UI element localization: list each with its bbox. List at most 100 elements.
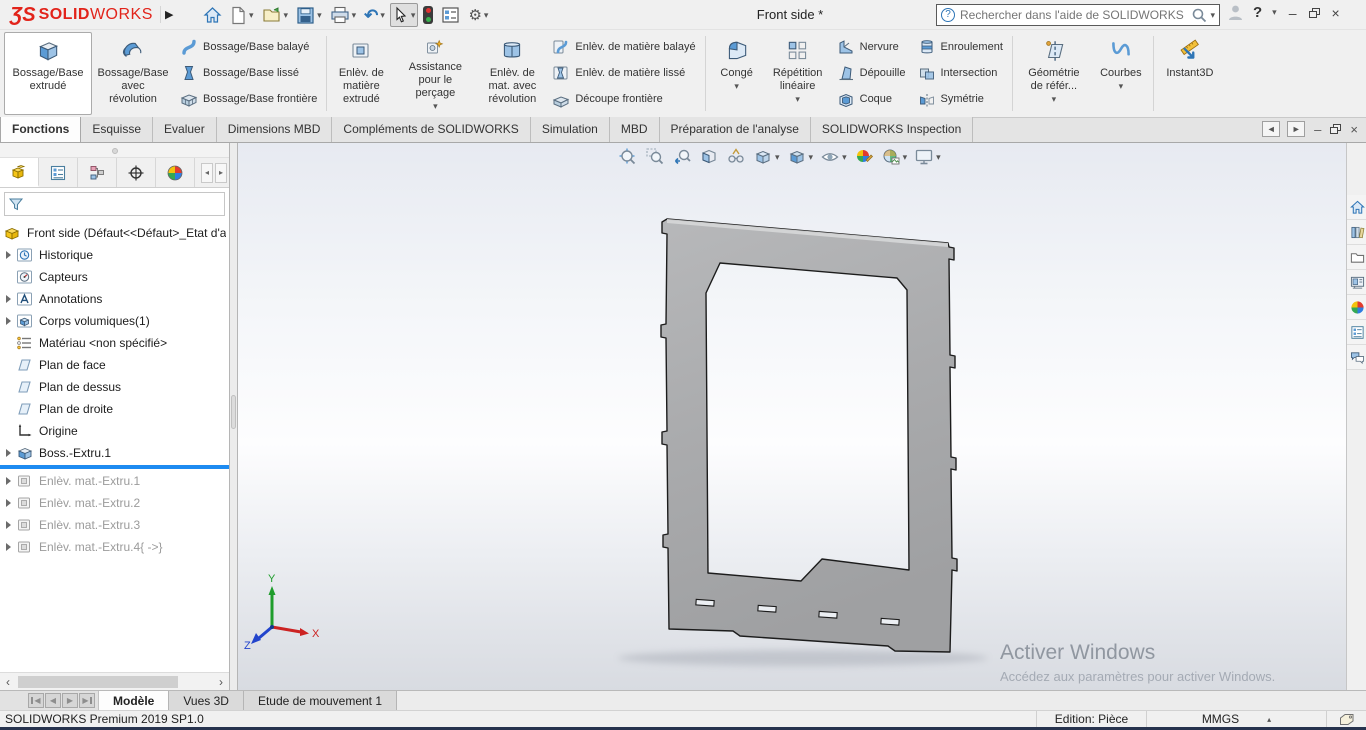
next-pane-button[interactable]: ► [1287, 121, 1306, 137]
tab-vues-3d[interactable]: Vues 3D [169, 691, 244, 710]
tag-button[interactable] [1326, 710, 1366, 728]
revolved-cut-button[interactable]: Enlèv. de mat. avec révolution [478, 32, 546, 115]
expand-arrow-icon[interactable] [6, 496, 16, 510]
dropdown-icon[interactable]: ▾ [380, 10, 385, 21]
dropdown-icon[interactable]: ▾ [433, 101, 438, 112]
swept-cut-button[interactable]: Enlèv. de matière balayé [548, 36, 699, 58]
panel-tabs-scroll-right-button[interactable]: ▸ [215, 162, 227, 183]
tree-item-annotations[interactable]: Annotations [0, 288, 229, 310]
expand-arrow-icon[interactable] [6, 474, 16, 488]
boundary-boss-button[interactable]: Bossage/Base frontière [176, 89, 321, 111]
help-search-box[interactable]: ? ▾ [936, 4, 1220, 26]
expand-arrow-icon[interactable] [6, 446, 16, 460]
tree-item-enlev-extru2[interactable]: Enlèv. mat.-Extru.2 [0, 492, 229, 514]
dropdown-icon[interactable]: ▾ [249, 10, 254, 21]
tab-preparation-analyse[interactable]: Préparation de l'analyse [659, 117, 811, 142]
graphics-viewport[interactable]: ▾ ▾ ▾ ▾ ▾ Y X Z Activer Windows Accédez … [238, 143, 1346, 690]
tab-sw-inspection[interactable]: SOLIDWORKS Inspection [810, 117, 974, 142]
save-button[interactable]: ▾ [293, 3, 325, 27]
dropdown-icon[interactable]: ▾ [317, 10, 322, 21]
tab-complements[interactable]: Compléments de SOLIDWORKS [332, 117, 531, 142]
select-tool-button[interactable]: ▾ [389, 3, 419, 27]
displaymanager-tab[interactable] [156, 158, 195, 187]
tree-item-enlev-extru3[interactable]: Enlèv. mat.-Extru.3 [0, 514, 229, 536]
dropdown-icon[interactable]: ▾ [352, 10, 357, 21]
curves-button[interactable]: Courbes ▾ [1092, 32, 1150, 115]
scrollbar-thumb[interactable] [18, 675, 178, 688]
expand-arrow-icon[interactable] [6, 540, 16, 554]
print-button[interactable]: ▾ [327, 3, 360, 27]
rollback-bar[interactable] [0, 465, 229, 469]
last-tab-button[interactable]: ▶ [79, 693, 95, 708]
expand-arrow-icon[interactable] [6, 314, 16, 328]
dropdown-icon[interactable]: ▾ [1119, 81, 1124, 92]
tab-esquisse[interactable]: Esquisse [81, 117, 154, 142]
options-button[interactable]: ⚙ ▾ [465, 3, 491, 27]
extruded-cut-button[interactable]: Enlèv. de matière extrudé [330, 32, 392, 115]
dropdown-icon[interactable]: ▾ [411, 10, 416, 21]
propertymanager-tab[interactable] [39, 158, 78, 187]
mirror-button[interactable]: Symétrie [914, 89, 1007, 111]
reference-geometry-button[interactable]: Géométrie de référ... ▾ [1016, 32, 1092, 115]
minimize-button[interactable]: – [1285, 5, 1301, 21]
hole-wizard-button[interactable]: Assistance pour le perçage ▾ [392, 32, 478, 115]
tree-item-plan-de-face[interactable]: Plan de face [0, 354, 229, 376]
panel-splitter-handle[interactable] [112, 148, 118, 154]
tree-item-origine[interactable]: Origine [0, 420, 229, 442]
tab-mbd[interactable]: MBD [609, 117, 660, 142]
revolved-boss-button[interactable]: Bossage/Base avec révolution [92, 32, 174, 115]
rebuild-button[interactable] [420, 3, 436, 27]
restore-button[interactable] [1308, 7, 1320, 18]
search-icon[interactable] [1191, 7, 1208, 24]
tree-item-capteurs[interactable]: Capteurs [0, 266, 229, 288]
tree-root-part[interactable]: Front side (Défaut<<Défaut>_Etat d'a [0, 222, 229, 244]
file-properties-button[interactable] [438, 3, 463, 27]
tab-etude-de-mouvement[interactable]: Etude de mouvement 1 [243, 691, 398, 710]
scroll-left-button[interactable]: ‹ [0, 675, 16, 689]
wrap-button[interactable]: Enroulement [914, 36, 1007, 58]
tree-item-plan-de-dessus[interactable]: Plan de dessus [0, 376, 229, 398]
tree-item-corps-volumiques[interactable]: Corps volumiques(1) [0, 310, 229, 332]
featuremanager-tab[interactable] [0, 158, 39, 187]
dropdown-icon[interactable]: ▾ [484, 10, 489, 21]
tab-simulation[interactable]: Simulation [530, 117, 610, 142]
tab-modele[interactable]: Modèle [99, 691, 170, 710]
file-explorer-button[interactable] [1347, 245, 1366, 270]
tree-item-historique[interactable]: Historique [0, 244, 229, 266]
appearances-button[interactable] [1347, 295, 1366, 320]
next-tab-button[interactable]: ▶ [62, 693, 78, 708]
panel-horizontal-scrollbar[interactable]: ‹ › [0, 672, 229, 690]
previous-tab-button[interactable]: ◀ [45, 693, 61, 708]
dropdown-icon[interactable]: ▾ [734, 81, 739, 92]
boundary-cut-button[interactable]: Découpe frontière [548, 89, 699, 111]
custom-properties-button[interactable] [1347, 320, 1366, 345]
new-document-button[interactable]: ▾ [227, 3, 257, 27]
dimxpertmanager-tab[interactable] [117, 158, 156, 187]
scrollbar-track[interactable] [16, 675, 213, 689]
unit-system-selector[interactable]: MMGS ▴ [1146, 710, 1326, 728]
menu-flyout-icon[interactable]: ▶ [160, 6, 177, 23]
dropdown-icon[interactable]: ▾ [1272, 7, 1277, 18]
extruded-boss-button[interactable]: Bossage/Base extrudé [4, 32, 92, 115]
view-palette-button[interactable] [1347, 270, 1366, 295]
help-search-input[interactable] [960, 8, 1192, 22]
instant3d-button[interactable]: Instant3D [1157, 32, 1223, 115]
linear-pattern-button[interactable]: Répétition linéaire ▾ [765, 32, 831, 115]
configurationmanager-tab[interactable] [78, 158, 117, 187]
splitter-knob[interactable] [231, 395, 236, 429]
dropdown-icon[interactable]: ▾ [1052, 94, 1057, 105]
dropdown-icon[interactable]: ▾ [1210, 10, 1215, 21]
fillet-button[interactable]: Congé ▾ [709, 32, 765, 115]
intersect-button[interactable]: Intersection [914, 62, 1007, 84]
tab-evaluer[interactable]: Evaluer [153, 117, 217, 142]
help-icon[interactable]: ? [1253, 4, 1262, 21]
tree-item-enlev-extru1[interactable]: Enlèv. mat.-Extru.1 [0, 470, 229, 492]
tree-item-plan-de-droite[interactable]: Plan de droite [0, 398, 229, 420]
rib-button[interactable]: Nervure [833, 36, 910, 58]
panel-viewport-splitter[interactable] [230, 143, 238, 690]
doc-minimize-button[interactable]: – [1312, 122, 1323, 137]
tree-item-materiau[interactable]: Matériau <non spécifié> [0, 332, 229, 354]
draft-button[interactable]: Dépouille [833, 62, 910, 84]
expand-arrow-icon[interactable] [6, 248, 16, 262]
tab-fonctions[interactable]: Fonctions [0, 117, 82, 142]
